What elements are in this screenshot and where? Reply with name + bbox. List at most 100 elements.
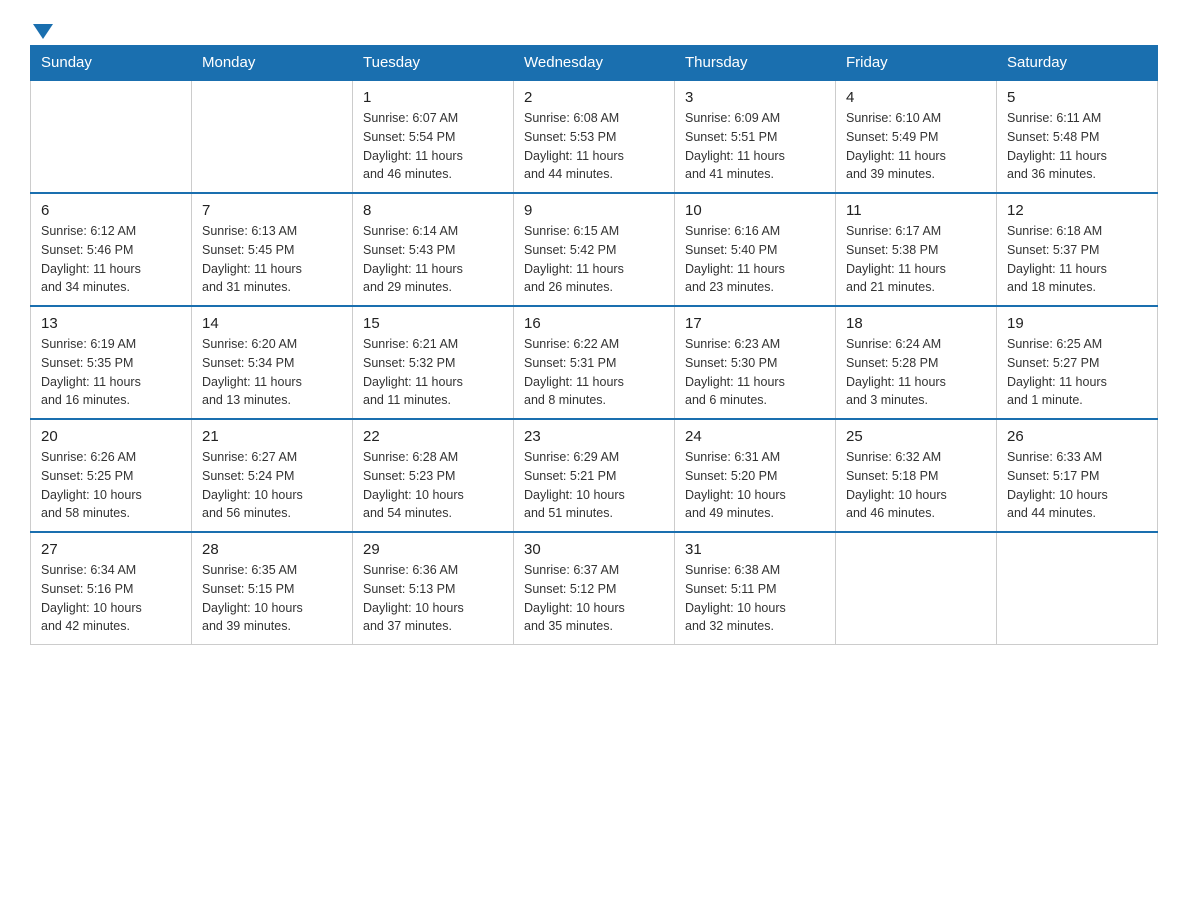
calendar-header-friday: Friday: [836, 46, 997, 81]
day-info: Sunrise: 6:25 AM Sunset: 5:27 PM Dayligh…: [1007, 335, 1147, 410]
calendar-cell: 21 Sunrise: 6:27 AM Sunset: 5:24 PM Dayli…: [192, 419, 353, 532]
day-info: Sunrise: 6:24 AM Sunset: 5:28 PM Dayligh…: [846, 335, 986, 410]
calendar-cell: 9 Sunrise: 6:15 AM Sunset: 5:42 PM Daylig…: [514, 193, 675, 306]
calendar-header-thursday: Thursday: [675, 46, 836, 81]
day-number: 20: [41, 428, 181, 445]
day-info: Sunrise: 6:32 AM Sunset: 5:18 PM Dayligh…: [846, 448, 986, 523]
day-number: 30: [524, 541, 664, 558]
day-number: 14: [202, 315, 342, 332]
day-info: Sunrise: 6:36 AM Sunset: 5:13 PM Dayligh…: [363, 561, 503, 636]
calendar-cell: 19 Sunrise: 6:25 AM Sunset: 5:27 PM Dayli…: [997, 306, 1158, 419]
day-info: Sunrise: 6:23 AM Sunset: 5:30 PM Dayligh…: [685, 335, 825, 410]
day-number: 6: [41, 202, 181, 219]
day-number: 23: [524, 428, 664, 445]
calendar-cell: 8Sunrise: 6:14 AM Sunset: 5:43 PM Daylig…: [353, 193, 514, 306]
calendar-cell: 3Sunrise: 6:09 AM Sunset: 5:51 PM Daylig…: [675, 80, 836, 193]
day-number: 22: [363, 428, 503, 445]
calendar-cell: 29 Sunrise: 6:36 AM Sunset: 5:13 PM Dayli…: [353, 532, 514, 645]
day-number: 26: [1007, 428, 1147, 445]
calendar-cell: 24Sunrise: 6:31 AM Sunset: 5:20 PM Dayli…: [675, 419, 836, 532]
calendar-cell: [31, 80, 192, 193]
calendar-cell: 10 Sunrise: 6:16 AM Sunset: 5:40 PM Dayli…: [675, 193, 836, 306]
calendar-cell: 17 Sunrise: 6:23 AM Sunset: 5:30 PM Dayli…: [675, 306, 836, 419]
calendar-cell: 12 Sunrise: 6:18 AM Sunset: 5:37 PM Dayli…: [997, 193, 1158, 306]
day-info: Sunrise: 6:34 AM Sunset: 5:16 PM Dayligh…: [41, 561, 181, 636]
calendar-cell: 15 Sunrise: 6:21 AM Sunset: 5:32 PM Dayli…: [353, 306, 514, 419]
day-info: Sunrise: 6:27 AM Sunset: 5:24 PM Dayligh…: [202, 448, 342, 523]
day-number: 13: [41, 315, 181, 332]
calendar-cell: 5 Sunrise: 6:11 AM Sunset: 5:48 PM Daylig…: [997, 80, 1158, 193]
calendar-week-row: 6 Sunrise: 6:12 AM Sunset: 5:46 PM Daylig…: [31, 193, 1158, 306]
day-info: Sunrise: 6:20 AM Sunset: 5:34 PM Dayligh…: [202, 335, 342, 410]
day-number: 2: [524, 89, 664, 106]
calendar-week-row: 20 Sunrise: 6:26 AM Sunset: 5:25 PM Dayli…: [31, 419, 1158, 532]
day-number: 10: [685, 202, 825, 219]
day-number: 16: [524, 315, 664, 332]
calendar-header-tuesday: Tuesday: [353, 46, 514, 81]
day-number: 27: [41, 541, 181, 558]
day-number: 12: [1007, 202, 1147, 219]
calendar-cell: 30 Sunrise: 6:37 AM Sunset: 5:12 PM Dayli…: [514, 532, 675, 645]
day-number: 5: [1007, 89, 1147, 106]
calendar-header-wednesday: Wednesday: [514, 46, 675, 81]
day-number: 8: [363, 202, 503, 219]
logo: [30, 20, 53, 35]
calendar-cell: 26 Sunrise: 6:33 AM Sunset: 5:17 PM Dayli…: [997, 419, 1158, 532]
calendar-cell: 18 Sunrise: 6:24 AM Sunset: 5:28 PM Dayli…: [836, 306, 997, 419]
calendar-cell: 23 Sunrise: 6:29 AM Sunset: 5:21 PM Dayli…: [514, 419, 675, 532]
day-info: Sunrise: 6:22 AM Sunset: 5:31 PM Dayligh…: [524, 335, 664, 410]
calendar-header-sunday: Sunday: [31, 46, 192, 81]
day-number: 15: [363, 315, 503, 332]
day-info: Sunrise: 6:28 AM Sunset: 5:23 PM Dayligh…: [363, 448, 503, 523]
calendar-header-row: SundayMondayTuesdayWednesdayThursdayFrid…: [31, 46, 1158, 81]
day-info: Sunrise: 6:26 AM Sunset: 5:25 PM Dayligh…: [41, 448, 181, 523]
calendar-cell: 28Sunrise: 6:35 AM Sunset: 5:15 PM Dayli…: [192, 532, 353, 645]
day-info: Sunrise: 6:38 AM Sunset: 5:11 PM Dayligh…: [685, 561, 825, 636]
calendar-cell: [836, 532, 997, 645]
calendar-cell: [997, 532, 1158, 645]
calendar-cell: 6 Sunrise: 6:12 AM Sunset: 5:46 PM Daylig…: [31, 193, 192, 306]
day-info: Sunrise: 6:33 AM Sunset: 5:17 PM Dayligh…: [1007, 448, 1147, 523]
calendar-cell: 22 Sunrise: 6:28 AM Sunset: 5:23 PM Dayli…: [353, 419, 514, 532]
day-info: Sunrise: 6:11 AM Sunset: 5:48 PM Dayligh…: [1007, 109, 1147, 184]
day-info: Sunrise: 6:19 AM Sunset: 5:35 PM Dayligh…: [41, 335, 181, 410]
day-number: 29: [363, 541, 503, 558]
page-header: [30, 20, 1158, 35]
day-number: 17: [685, 315, 825, 332]
calendar-cell: 2 Sunrise: 6:08 AM Sunset: 5:53 PM Daylig…: [514, 80, 675, 193]
calendar-week-row: 27 Sunrise: 6:34 AM Sunset: 5:16 PM Dayli…: [31, 532, 1158, 645]
calendar-cell: 13 Sunrise: 6:19 AM Sunset: 5:35 PM Dayli…: [31, 306, 192, 419]
day-info: Sunrise: 6:10 AM Sunset: 5:49 PM Dayligh…: [846, 109, 986, 184]
calendar-cell: 27 Sunrise: 6:34 AM Sunset: 5:16 PM Dayli…: [31, 532, 192, 645]
calendar-cell: 20 Sunrise: 6:26 AM Sunset: 5:25 PM Dayli…: [31, 419, 192, 532]
day-info: Sunrise: 6:15 AM Sunset: 5:42 PM Dayligh…: [524, 222, 664, 297]
day-number: 7: [202, 202, 342, 219]
day-info: Sunrise: 6:07 AM Sunset: 5:54 PM Dayligh…: [363, 109, 503, 184]
day-number: 18: [846, 315, 986, 332]
calendar-cell: 11Sunrise: 6:17 AM Sunset: 5:38 PM Dayli…: [836, 193, 997, 306]
day-info: Sunrise: 6:21 AM Sunset: 5:32 PM Dayligh…: [363, 335, 503, 410]
day-info: Sunrise: 6:12 AM Sunset: 5:46 PM Dayligh…: [41, 222, 181, 297]
day-info: Sunrise: 6:13 AM Sunset: 5:45 PM Dayligh…: [202, 222, 342, 297]
calendar-cell: 31 Sunrise: 6:38 AM Sunset: 5:11 PM Dayli…: [675, 532, 836, 645]
day-info: Sunrise: 6:17 AM Sunset: 5:38 PM Dayligh…: [846, 222, 986, 297]
day-info: Sunrise: 6:29 AM Sunset: 5:21 PM Dayligh…: [524, 448, 664, 523]
calendar-cell: 16 Sunrise: 6:22 AM Sunset: 5:31 PM Dayli…: [514, 306, 675, 419]
day-number: 19: [1007, 315, 1147, 332]
day-info: Sunrise: 6:18 AM Sunset: 5:37 PM Dayligh…: [1007, 222, 1147, 297]
day-number: 4: [846, 89, 986, 106]
day-info: Sunrise: 6:35 AM Sunset: 5:15 PM Dayligh…: [202, 561, 342, 636]
calendar-cell: 25Sunrise: 6:32 AM Sunset: 5:18 PM Dayli…: [836, 419, 997, 532]
day-number: 9: [524, 202, 664, 219]
day-number: 24: [685, 428, 825, 445]
logo-triangle-icon: [33, 24, 53, 39]
day-number: 1: [363, 89, 503, 106]
calendar-cell: [192, 80, 353, 193]
calendar-header-monday: Monday: [192, 46, 353, 81]
calendar-header-saturday: Saturday: [997, 46, 1158, 81]
day-info: Sunrise: 6:37 AM Sunset: 5:12 PM Dayligh…: [524, 561, 664, 636]
day-number: 21: [202, 428, 342, 445]
day-number: 31: [685, 541, 825, 558]
day-info: Sunrise: 6:08 AM Sunset: 5:53 PM Dayligh…: [524, 109, 664, 184]
day-info: Sunrise: 6:16 AM Sunset: 5:40 PM Dayligh…: [685, 222, 825, 297]
